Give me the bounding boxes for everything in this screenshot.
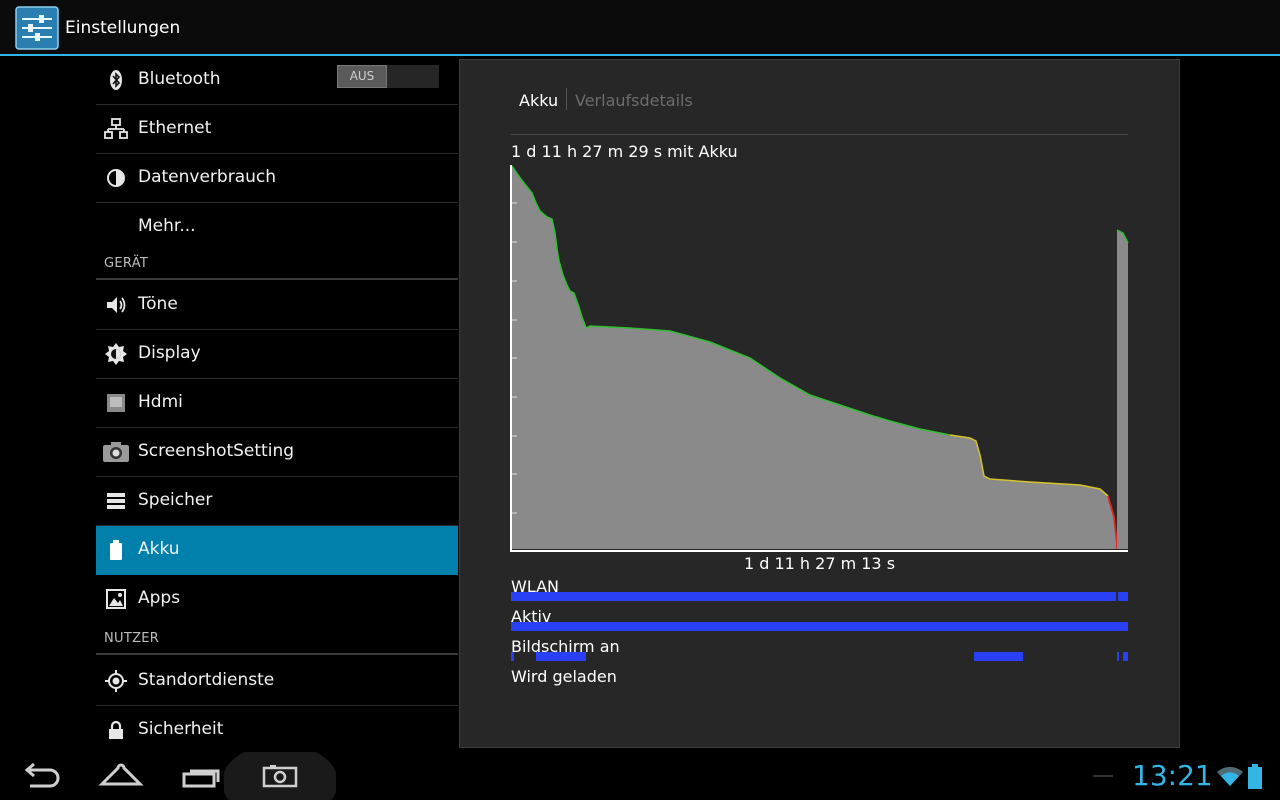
camera-icon bbox=[103, 442, 129, 462]
brightness-icon bbox=[105, 343, 127, 365]
screenshot-icon[interactable] bbox=[224, 752, 336, 800]
battery-icon bbox=[110, 540, 122, 560]
speaker-icon bbox=[107, 297, 126, 313]
bluetooth-icon bbox=[110, 70, 122, 90]
notification-placeholder bbox=[1093, 775, 1113, 777]
sidebar-item-label: Sicherheit bbox=[138, 719, 224, 739]
sidebar-item-label: Töne bbox=[138, 294, 178, 314]
app-title: Einstellungen bbox=[65, 18, 181, 38]
sidebar-item-hdmi[interactable]: Hdmi bbox=[96, 379, 458, 428]
sidebar-item-label: Hdmi bbox=[138, 392, 183, 412]
battery-icon bbox=[1248, 764, 1262, 789]
toggle-state: AUS bbox=[337, 65, 387, 88]
battery-duration-label: 1 d 11 h 27 m 29 s mit Akku bbox=[511, 142, 738, 161]
section-header-label: GERÄT bbox=[104, 256, 149, 271]
ethernet-icon bbox=[104, 118, 128, 139]
bluetooth-toggle[interactable]: AUS bbox=[337, 65, 439, 88]
action-bar: Einstellungen bbox=[0, 0, 1280, 56]
track-bar-active bbox=[511, 622, 1128, 631]
section-header-label: NUTZER bbox=[104, 631, 160, 646]
home-icon[interactable] bbox=[98, 752, 144, 800]
recent-apps-icon[interactable] bbox=[180, 752, 224, 800]
wifi-icon bbox=[1217, 766, 1243, 786]
sidebar-item-security[interactable]: Sicherheit bbox=[96, 706, 458, 755]
sidebar-item-label: ScreenshotSetting bbox=[138, 441, 295, 461]
sidebar-item-label: Standortdienste bbox=[138, 670, 275, 690]
graph-time-label: 1 d 11 h 27 m 13 s bbox=[743, 554, 896, 573]
sidebar-item-battery[interactable]: Akku bbox=[96, 526, 458, 575]
storage-icon bbox=[107, 493, 125, 509]
lock-icon bbox=[109, 720, 123, 739]
data-usage-icon bbox=[107, 169, 125, 187]
sidebar-item-more[interactable]: Mehr... bbox=[96, 203, 458, 252]
location-icon bbox=[105, 670, 127, 692]
tab-divider bbox=[566, 88, 567, 110]
settings-sliders-icon[interactable] bbox=[15, 6, 59, 50]
track-label-charging: Wird geladen bbox=[511, 667, 617, 686]
sidebar-item-label: Apps bbox=[138, 588, 181, 608]
sidebar-item-storage[interactable]: Speicher bbox=[96, 477, 458, 526]
sidebar-item-label: Ethernet bbox=[138, 118, 212, 138]
sidebar-item-sound[interactable]: Töne bbox=[96, 281, 458, 330]
battery-charging-area bbox=[1117, 230, 1128, 549]
tab-history-details[interactable]: Verlaufsdetails bbox=[575, 91, 693, 110]
sidebar-item-location[interactable]: Standortdienste bbox=[96, 657, 458, 706]
sidebar-item-label: Bluetooth bbox=[138, 69, 221, 89]
sidebar-item-data-usage[interactable]: Datenverbrauch bbox=[96, 154, 458, 203]
settings-sidebar: Bluetooth AUS Ethernet Datenverbrauch Me… bbox=[96, 56, 458, 752]
sidebar-item-apps[interactable]: Apps bbox=[96, 575, 458, 624]
track-bar-screen-on bbox=[511, 652, 1128, 661]
section-header-user: NUTZER bbox=[96, 624, 458, 655]
sidebar-item-display[interactable]: Display bbox=[96, 330, 458, 379]
back-icon[interactable] bbox=[18, 752, 64, 800]
sidebar-item-label: Display bbox=[138, 343, 201, 363]
hdmi-icon bbox=[107, 394, 125, 412]
section-header-device: GERÄT bbox=[96, 249, 458, 280]
header-divider bbox=[511, 134, 1128, 135]
sidebar-item-label: Mehr... bbox=[138, 216, 196, 236]
status-clock: 13:21 bbox=[1132, 759, 1213, 792]
sidebar-item-label: Akku bbox=[138, 539, 180, 559]
battery-history-graph bbox=[510, 165, 1129, 552]
tab-battery[interactable]: Akku bbox=[519, 91, 558, 110]
apps-icon bbox=[106, 589, 126, 609]
battery-level-area bbox=[512, 166, 1117, 549]
track-bar-wlan bbox=[511, 592, 1128, 601]
sidebar-item-bluetooth[interactable]: Bluetooth AUS bbox=[96, 56, 458, 105]
sidebar-item-label: Speicher bbox=[138, 490, 213, 510]
sidebar-item-label: Datenverbrauch bbox=[138, 167, 277, 187]
sidebar-item-ethernet[interactable]: Ethernet bbox=[96, 105, 458, 154]
sidebar-item-screenshot-setting[interactable]: ScreenshotSetting bbox=[96, 428, 458, 477]
